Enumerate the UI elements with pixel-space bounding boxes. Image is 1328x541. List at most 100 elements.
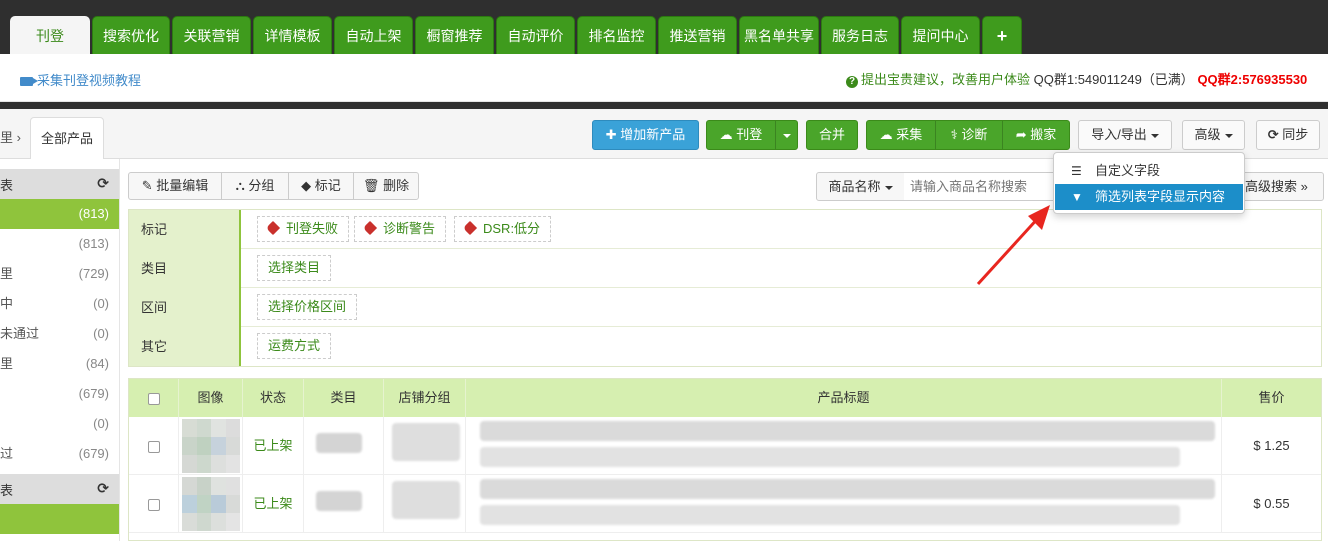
advanced-button[interactable]: 高级 bbox=[1182, 120, 1245, 150]
sidebar-item[interactable]: (813) bbox=[0, 199, 119, 229]
table-row[interactable]: 已上架 $ 1.25 bbox=[129, 417, 1321, 475]
column-header[interactable]: 产品标题 bbox=[466, 379, 1222, 417]
price-cell: $ 0.55 bbox=[1253, 496, 1290, 511]
filter-label: 标记 bbox=[129, 210, 241, 249]
search-field-select[interactable]: 商品名称 bbox=[816, 172, 905, 201]
move-label: 搬家 bbox=[1030, 127, 1057, 142]
column-header[interactable]: 店铺分组 bbox=[384, 379, 466, 417]
sidebar-item[interactable]: (679) bbox=[0, 379, 119, 409]
column-header[interactable]: 类目 bbox=[304, 379, 384, 417]
tab-publish[interactable]: 刊登 bbox=[10, 16, 90, 54]
product-image-cell bbox=[179, 417, 243, 475]
select-all-checkbox[interactable] bbox=[147, 392, 160, 405]
diagnose-label: 诊断 bbox=[961, 127, 988, 142]
info-bar: 采集刊登视频教程 ? 提出宝贵建议，改善用户体验 QQ群1:549011249（已… bbox=[0, 54, 1328, 102]
row-checkbox[interactable] bbox=[147, 440, 160, 453]
cloud-upload-icon: ☁ bbox=[719, 127, 733, 142]
advanced-label: 高级 bbox=[1194, 127, 1221, 142]
sync-button[interactable]: ⟳ 同步 bbox=[1256, 120, 1320, 150]
tab-related-marketing[interactable]: 关联营销 bbox=[172, 16, 251, 54]
table-row[interactable]: 已上架 $ 0.55 bbox=[129, 475, 1321, 533]
chip-select-price-range[interactable]: 选择价格区间 bbox=[257, 294, 358, 320]
product-title-cell[interactable] bbox=[466, 475, 1222, 533]
move-button[interactable]: ➦ 搬家 bbox=[1003, 121, 1069, 149]
suggestion-link[interactable]: 提出宝贵建议，改善用户体验 bbox=[861, 72, 1030, 87]
tab-all-products[interactable]: 全部产品 bbox=[30, 117, 104, 159]
chip-shipping-method[interactable]: 运费方式 bbox=[257, 333, 332, 359]
chip-publish-failed[interactable]: 刊登失败 bbox=[257, 216, 350, 242]
group-button[interactable]: ⛬ 分组 bbox=[221, 172, 289, 200]
product-image[interactable] bbox=[182, 419, 240, 473]
refresh-icon[interactable]: ⟳ bbox=[97, 480, 109, 497]
product-image-cell bbox=[179, 475, 243, 533]
menu-item-filter-list-fields[interactable]: ▼ 筛选列表字段显示内容 bbox=[1055, 184, 1243, 210]
row-checkbox[interactable] bbox=[147, 498, 160, 511]
sidebar-item-count: (813) bbox=[78, 206, 109, 221]
category-cell bbox=[304, 417, 384, 475]
mark-button[interactable]: ◆ 标记 bbox=[288, 172, 354, 200]
sidebar-item[interactable]: 未通过 (0) bbox=[0, 319, 119, 349]
sidebar-item[interactable]: (813) bbox=[0, 229, 119, 259]
column-header[interactable]: 售价 bbox=[1222, 379, 1321, 417]
tab-question-center[interactable]: 提问中心 bbox=[901, 16, 980, 54]
tab-auto-review[interactable]: 自动评价 bbox=[496, 16, 575, 54]
tab-window-recommend[interactable]: 橱窗推荐 bbox=[415, 16, 494, 54]
sidebar-item[interactable]: 中 (0) bbox=[0, 289, 119, 319]
category-cell bbox=[304, 475, 384, 533]
filter-row-mark: 标记 刊登失败 诊断警告 DSR:低分 bbox=[129, 210, 1321, 249]
menu-item-label: 筛选列表字段显示内容 bbox=[1095, 189, 1226, 204]
tab-blacklist-share[interactable]: 黑名单共享 bbox=[739, 16, 819, 54]
bulk-edit-label: 批量编辑 bbox=[156, 178, 209, 193]
tab-ranking-monitor[interactable]: 排名监控 bbox=[577, 16, 656, 54]
collect-button[interactable]: ☁ 采集 bbox=[867, 121, 935, 149]
sidebar-item[interactable] bbox=[0, 504, 119, 534]
sidebar-item-count: (679) bbox=[78, 386, 109, 401]
search-input[interactable] bbox=[904, 172, 1054, 201]
diagnose-button[interactable]: ⚕ 诊断 bbox=[936, 121, 1002, 149]
tab-search-optimization[interactable]: 搜索优化 bbox=[92, 16, 170, 54]
annotation-arrow bbox=[976, 205, 1050, 286]
publish-dropdown-toggle[interactable] bbox=[776, 121, 798, 149]
sidebar-item[interactable]: (0) bbox=[0, 409, 119, 439]
tab-service-log[interactable]: 服务日志 bbox=[821, 16, 899, 54]
product-image[interactable] bbox=[182, 477, 240, 531]
sidebar-item[interactable]: 里 (84) bbox=[0, 349, 119, 379]
chip-select-category[interactable]: 选择类目 bbox=[257, 255, 332, 281]
qq-group-1: QQ群1:549011249（已满） bbox=[1033, 72, 1194, 87]
filter-label: 区间 bbox=[129, 288, 241, 327]
menu-item-label: 自定义字段 bbox=[1095, 163, 1161, 178]
tab-push-marketing[interactable]: 推送营销 bbox=[658, 16, 737, 54]
import-export-button[interactable]: 导入/导出 bbox=[1078, 120, 1172, 150]
chip-dsr-low[interactable]: DSR:低分 bbox=[454, 216, 552, 242]
breadcrumb[interactable]: 里 › bbox=[0, 127, 21, 146]
sidebar-item-count: (729) bbox=[78, 266, 109, 281]
merge-button[interactable]: 合并 bbox=[806, 120, 858, 150]
sidebar-item[interactable]: 过 (679) bbox=[0, 439, 119, 469]
plus-icon: ✚ bbox=[605, 127, 617, 142]
publish-button[interactable]: ☁ 刊登 bbox=[707, 121, 775, 149]
tag-icon: ◆ bbox=[301, 178, 312, 193]
advanced-search-button[interactable]: 高级搜索 » bbox=[1240, 172, 1324, 201]
tab-auto-listing[interactable]: 自动上架 bbox=[334, 16, 413, 54]
refresh-icon[interactable]: ⟳ bbox=[97, 175, 109, 192]
chip-diagnose-warning[interactable]: 诊断警告 bbox=[354, 216, 447, 242]
delete-button[interactable]: 🗑 删除 bbox=[353, 172, 419, 200]
shop-group-cell bbox=[384, 417, 466, 475]
column-header[interactable]: 状态 bbox=[243, 379, 304, 417]
menu-item-custom-fields[interactable]: ☰ 自定义字段 bbox=[1055, 158, 1243, 184]
add-product-button[interactable]: ✚ 增加新产品 bbox=[592, 120, 699, 150]
share-arrow-icon: ➦ bbox=[1015, 127, 1027, 142]
sidebar-group-title: 表 bbox=[0, 483, 14, 498]
filter-row-other: 其它 运费方式 bbox=[129, 327, 1321, 366]
delete-label: 删除 bbox=[383, 178, 410, 193]
bulk-edit-button[interactable]: ✎ 批量编辑 bbox=[128, 172, 222, 200]
status-cell: 已上架 bbox=[243, 417, 304, 475]
tag-icon bbox=[265, 220, 281, 236]
group-label: 分组 bbox=[248, 178, 275, 193]
tab-detail-template[interactable]: 详情模板 bbox=[253, 16, 332, 54]
sidebar-item[interactable]: 里 (729) bbox=[0, 259, 119, 289]
product-title-cell[interactable] bbox=[466, 417, 1222, 475]
column-header[interactable]: 图像 bbox=[179, 379, 243, 417]
add-tab-button[interactable]: + bbox=[982, 16, 1022, 54]
video-tutorial-link[interactable]: 采集刊登视频教程 bbox=[20, 70, 141, 89]
